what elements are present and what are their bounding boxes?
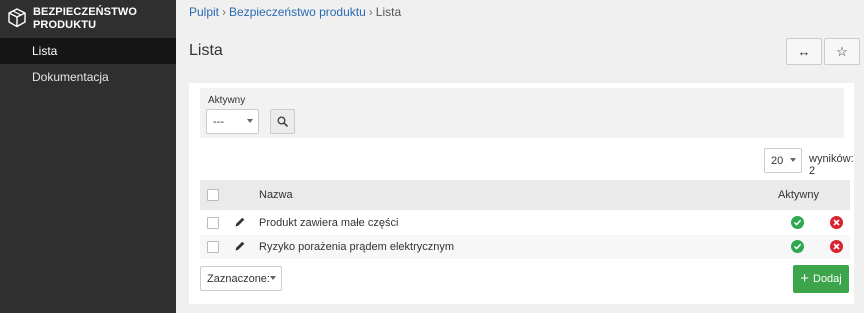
expand-width-button[interactable]: ↔ (786, 38, 822, 65)
page-title: Lista (189, 42, 223, 59)
add-button[interactable]: + Dodaj (793, 265, 849, 293)
search-icon (277, 116, 288, 127)
results-count: wyników: 2 (809, 153, 854, 177)
bulk-action-select[interactable]: Zaznaczone: (200, 266, 282, 291)
breadcrumb-home-link[interactable]: Pulpit (189, 5, 219, 19)
chevron-down-icon (270, 276, 276, 280)
column-header-active[interactable]: Aktywny (778, 189, 819, 201)
bulk-action-value: Zaznaczone: (207, 272, 270, 285)
row-name: Ryzyko porażenia prądem elektrycznym (259, 241, 455, 253)
sidebar-item-label: Dokumentacja (32, 70, 109, 84)
sidebar: BEZPIECZEŃSTWO PRODUKTU Lista Dokumentac… (0, 0, 176, 313)
filter-label-aktywny: Aktywny (208, 95, 246, 106)
per-page-select[interactable]: 20 (764, 148, 802, 173)
column-header-name[interactable]: Nazwa (259, 189, 293, 201)
deactivate-x-icon[interactable] (830, 240, 843, 253)
main-content: Pulpit › Bezpieczeństwo produktu › Lista Lis… (176, 0, 864, 313)
table-row: Produkt zawiera małe części (200, 211, 850, 235)
filter-aktywny-value: --- (213, 115, 224, 128)
module-brand[interactable]: BEZPIECZEŃSTWO PRODUKTU (0, 0, 176, 38)
pencil-icon[interactable] (234, 216, 246, 228)
plus-icon: + (800, 270, 809, 287)
table-row: Ryzyko porażenia prądem elektrycznym (200, 235, 850, 259)
list-panel: Aktywny --- 20 wyników: 2 Nazwa Aktywny (189, 83, 854, 304)
chevron-down-icon (247, 119, 253, 123)
search-button[interactable] (270, 109, 295, 134)
module-title: BEZPIECZEŃSTWO PRODUKTU (33, 6, 137, 32)
filter-box: Aktywny --- (200, 88, 844, 138)
breadcrumb-section-link[interactable]: Bezpieczeństwo produktu (229, 5, 366, 19)
select-all-checkbox[interactable] (207, 189, 219, 201)
table-header: Nazwa Aktywny (200, 180, 850, 210)
sidebar-item-dokumentacja[interactable]: Dokumentacja (0, 64, 176, 90)
check-icon (791, 216, 804, 229)
row-name: Produkt zawiera małe części (259, 217, 399, 229)
pencil-icon[interactable] (234, 240, 246, 252)
star-icon: ☆ (836, 43, 848, 59)
check-icon (791, 240, 804, 253)
row-checkbox[interactable] (207, 241, 219, 253)
box-icon (8, 8, 26, 28)
deactivate-x-icon[interactable] (830, 216, 843, 229)
breadcrumb: Pulpit › Bezpieczeństwo produktu › Lista (189, 5, 401, 19)
favorite-button[interactable]: ☆ (824, 38, 860, 65)
row-checkbox[interactable] (207, 217, 219, 229)
breadcrumb-separator: › (222, 5, 227, 19)
sidebar-item-lista[interactable]: Lista (0, 38, 176, 64)
per-page-value: 20 (771, 154, 784, 167)
breadcrumb-separator: › (368, 5, 373, 19)
module-title-line2: PRODUKTU (33, 19, 97, 31)
chevron-down-icon (790, 158, 796, 162)
sidebar-item-label: Lista (32, 44, 58, 58)
breadcrumb-current: Lista (375, 5, 402, 19)
module-title-line1: BEZPIECZEŃSTWO (33, 6, 138, 18)
add-button-label: Dodaj (813, 273, 842, 285)
arrows-horizontal-icon: ↔ (797, 44, 811, 59)
filter-aktywny-select[interactable]: --- (206, 109, 259, 134)
